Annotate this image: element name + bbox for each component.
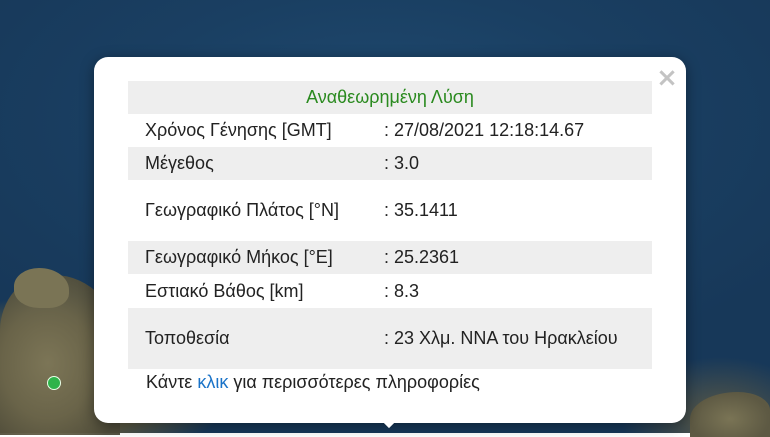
- table-row: Εστιακό Βάθος [km] : 8.3: [128, 274, 652, 308]
- earthquake-marker[interactable]: [47, 376, 61, 390]
- origin-time-value: : 27/08/2021 12:18:14.67: [384, 114, 652, 147]
- earthquake-details-table: Αναθεωρημένη Λύση Χρόνος Γένησης [GMT] :…: [128, 81, 652, 369]
- more-info-link[interactable]: κλικ: [197, 372, 228, 392]
- footer-text-after: για περισσότερες πληροφορίες: [228, 372, 480, 392]
- latitude-label: Γεωγραφικό Πλάτος [°N]: [128, 180, 384, 241]
- location-label: Τοποθεσία: [128, 308, 384, 369]
- latitude-value: : 35.1411: [384, 180, 652, 241]
- footer-text-before: Κάντε: [146, 372, 198, 392]
- table-row: Γεωγραφικό Μήκος [°E] : 25.2361: [128, 241, 652, 274]
- table-row: Χρόνος Γένησης [GMT] : 27/08/2021 12:18:…: [128, 114, 652, 147]
- peninsula-landmass: [14, 268, 69, 308]
- location-value: : 23 Χλμ. ΝΝΑ του Ηρακλείου: [384, 308, 652, 369]
- solution-title-row: Αναθεωρημένη Λύση: [128, 81, 652, 114]
- revised-solution-title: Αναθεωρημένη Λύση: [128, 81, 652, 114]
- table-row: Μέγεθος : 3.0: [128, 147, 652, 180]
- popup-tip: [375, 416, 405, 433]
- table-row: Γεωγραφικό Πλάτος [°N] : 35.1411: [128, 180, 652, 241]
- close-popup-button[interactable]: ×: [655, 65, 679, 91]
- magnitude-value: : 3.0: [384, 147, 652, 180]
- depth-label: Εστιακό Βάθος [km]: [128, 274, 384, 308]
- magnitude-label: Μέγεθος: [128, 147, 384, 180]
- origin-time-label: Χρόνος Γένησης [GMT]: [128, 114, 384, 147]
- table-row: Τοποθεσία : 23 Χλμ. ΝΝΑ του Ηρακλείου: [128, 308, 652, 369]
- depth-value: : 8.3: [384, 274, 652, 308]
- longitude-value: : 25.2361: [384, 241, 652, 274]
- longitude-label: Γεωγραφικό Μήκος [°E]: [128, 241, 384, 274]
- more-info-footer: Κάντε κλικ για περισσότερες πληροφορίες: [146, 372, 480, 393]
